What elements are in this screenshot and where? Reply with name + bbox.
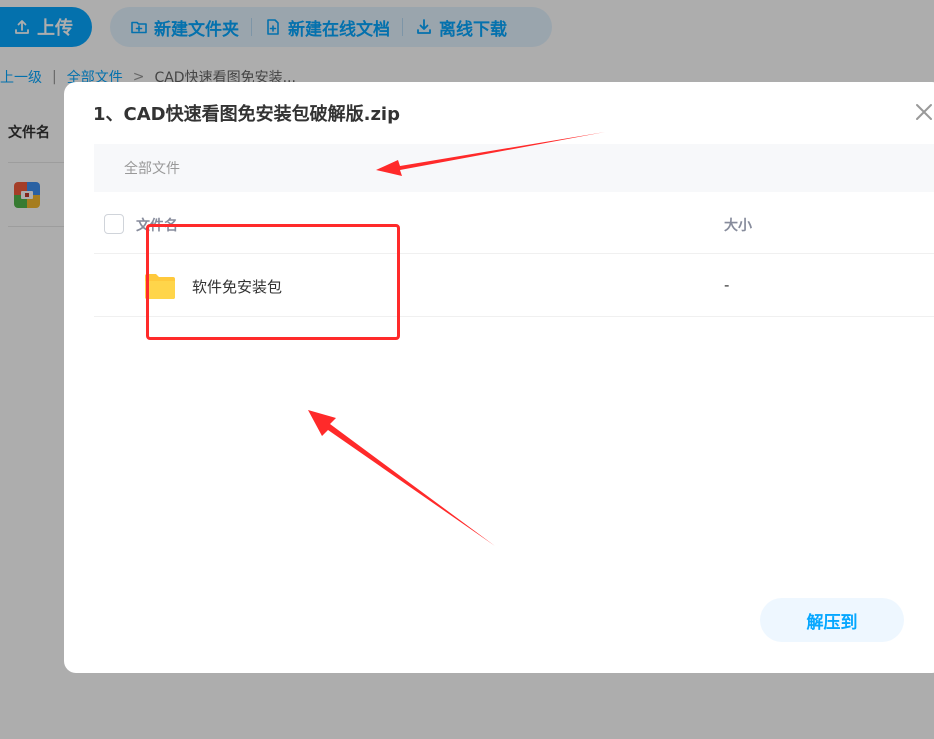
close-button[interactable] bbox=[912, 100, 934, 124]
archive-preview-dialog: 1、CAD快速看图免安装包破解版.zip 全部文件 文件名 大小 软件免安装包 … bbox=[64, 82, 934, 673]
annotation-highlight-box bbox=[146, 224, 400, 340]
close-icon bbox=[916, 104, 932, 120]
row-file-size: - bbox=[724, 276, 730, 294]
archive-path-root[interactable]: 全部文件 bbox=[124, 158, 180, 178]
select-all-checkbox[interactable] bbox=[104, 214, 124, 234]
dialog-title: 1、CAD快速看图免安装包破解版.zip bbox=[93, 104, 400, 125]
column-header-size[interactable]: 大小 bbox=[724, 215, 752, 235]
extract-to-button[interactable]: 解压到 bbox=[760, 598, 904, 642]
archive-path-bar: 全部文件 bbox=[94, 144, 934, 192]
